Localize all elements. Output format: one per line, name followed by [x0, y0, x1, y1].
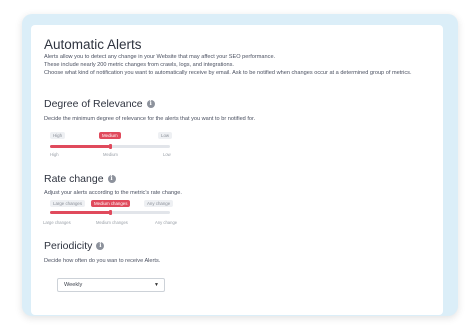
rate-pill-large[interactable]: Large changes — [50, 200, 86, 207]
periodicity-title: Periodicity i — [44, 240, 105, 252]
rate-slider-fill — [50, 211, 110, 214]
relevance-slider-fill — [50, 145, 110, 148]
periodicity-select[interactable]: Weekly ▼ — [57, 278, 165, 292]
rate-pill-any[interactable]: Any change — [144, 200, 174, 207]
rate-tick-medium: Medium changes — [96, 220, 128, 225]
rate-tick-large: Large changes — [43, 220, 71, 225]
relevance-title-text: Degree of Relevance — [44, 98, 143, 110]
periodicity-description: Decide how often do you wan to receive A… — [44, 258, 161, 264]
relevance-tick-medium: Medium — [103, 152, 118, 157]
relevance-pill-medium[interactable]: Medium — [99, 132, 121, 139]
relevance-tick-high: High — [50, 152, 59, 157]
page-title: Automatic Alerts — [44, 37, 142, 52]
rate-title-text: Rate change — [44, 173, 104, 185]
relevance-info-icon[interactable]: i — [146, 100, 155, 108]
relevance-tick-low: Low — [163, 152, 171, 157]
rate-description: Adjust your alerts according to the metr… — [44, 190, 182, 196]
relevance-pill-high[interactable]: High — [50, 132, 66, 139]
rate-pill-medium[interactable]: Medium changes — [91, 200, 131, 207]
rate-title: Rate change i — [44, 173, 116, 185]
relevance-description: Decide the minimum degree of relevance f… — [44, 116, 256, 122]
chevron-down-icon: ▼ — [154, 282, 159, 288]
intro-line-1: Alerts allow you to detect any change in… — [44, 54, 276, 60]
intro-line-3: Choose what kind of notification you wan… — [44, 70, 412, 76]
relevance-slider[interactable] — [50, 144, 170, 149]
relevance-title: Degree of Relevance i — [44, 98, 155, 110]
rate-slider-handle[interactable] — [108, 210, 112, 215]
periodicity-title-text: Periodicity — [44, 240, 93, 252]
intro-line-2: These include nearly 200 metric changes … — [44, 62, 234, 68]
relevance-slider-handle[interactable] — [108, 144, 112, 149]
periodicity-selected-value: Weekly — [64, 282, 83, 288]
rate-slider[interactable] — [50, 210, 170, 215]
relevance-pill-low[interactable]: Low — [158, 132, 173, 139]
rate-info-icon[interactable]: i — [107, 175, 116, 183]
periodicity-info-icon[interactable]: i — [96, 242, 105, 250]
rate-tick-any: Any change — [155, 220, 178, 225]
